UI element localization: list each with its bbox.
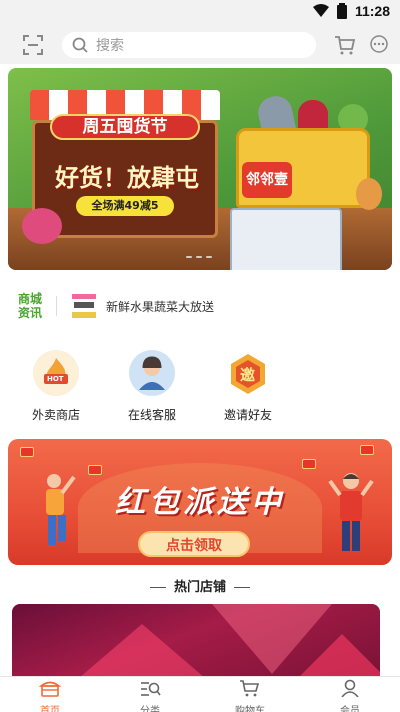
header: 搜索 bbox=[0, 24, 400, 64]
quick-nav-customer-service[interactable]: 在线客服 bbox=[102, 350, 202, 423]
envelope-decoration bbox=[88, 465, 102, 475]
search-placeholder: 搜索 bbox=[96, 38, 124, 54]
envelope-decoration bbox=[360, 445, 374, 455]
home-icon bbox=[38, 681, 62, 697]
more-icon[interactable] bbox=[370, 35, 388, 53]
news-label-line2: 资讯 bbox=[18, 306, 43, 320]
quick-nav-invite-friends[interactable]: 邀 邀请好友 bbox=[198, 350, 298, 423]
battery-icon bbox=[336, 3, 347, 19]
envelope-decoration bbox=[20, 447, 34, 457]
shop-card-decoration bbox=[292, 634, 380, 678]
quick-nav-takeout-store[interactable]: HOT 外卖商店 bbox=[6, 350, 106, 423]
tab-category[interactable]: 分类 bbox=[100, 677, 200, 712]
tab-member[interactable]: 会员 bbox=[300, 677, 400, 712]
pagination-dot bbox=[186, 256, 192, 258]
cart-icon bbox=[240, 680, 260, 697]
invite-badge-text: 邀 bbox=[240, 366, 256, 384]
tab-cart[interactable]: 购物车 bbox=[200, 677, 300, 712]
customer-service-icon bbox=[129, 350, 175, 396]
pagination-dot bbox=[196, 256, 202, 258]
member-icon bbox=[341, 679, 359, 698]
banner-pagination bbox=[186, 256, 212, 258]
tab-label: 分类 bbox=[140, 706, 160, 712]
news-bar[interactable]: 商城 资讯 新鲜水果蔬菜大放送 bbox=[0, 282, 400, 328]
category-icon bbox=[141, 682, 161, 696]
shop-illustration bbox=[230, 208, 342, 270]
status-icons: 11:28 bbox=[312, 3, 390, 19]
egg-illustration bbox=[356, 178, 382, 210]
bottom-tab-bar: 首页 分类 购物车 会员 bbox=[0, 676, 400, 712]
banner-promo-tag: 全场满49减5 bbox=[76, 196, 174, 216]
red-packet-banner[interactable]: 红包派送中 点击领取 bbox=[8, 439, 392, 565]
quick-nav-label: 在线客服 bbox=[127, 408, 176, 422]
news-text: 新鲜水果蔬菜大放送 bbox=[106, 300, 215, 314]
red-packet-title: 红包派送中 bbox=[115, 485, 285, 520]
envelope-decoration bbox=[302, 459, 316, 469]
tab-label: 首页 bbox=[40, 706, 60, 712]
news-thumbnail-icon bbox=[72, 294, 96, 318]
hot-shops-heading: 热门店铺 bbox=[0, 576, 400, 595]
tab-label: 购物车 bbox=[235, 706, 265, 712]
invite-friend-icon: 邀 bbox=[225, 350, 271, 396]
pagination-dot bbox=[206, 256, 212, 258]
news-divider bbox=[56, 296, 57, 316]
status-bar: 11:28 bbox=[0, 0, 400, 24]
hot-flame-icon: HOT bbox=[33, 350, 79, 396]
shop-sign: 邻邻壹 bbox=[242, 162, 292, 198]
status-time: 11:28 bbox=[354, 3, 390, 19]
wifi-icon bbox=[312, 4, 329, 17]
dragonfruit-illustration bbox=[22, 208, 62, 244]
hot-badge-text: HOT bbox=[47, 375, 64, 383]
heading-line-left bbox=[149, 587, 166, 588]
news-label: 商城 资讯 bbox=[18, 292, 48, 320]
scan-icon[interactable] bbox=[22, 34, 44, 56]
search-input[interactable]: 搜索 bbox=[62, 32, 316, 58]
promo-banner[interactable]: 周五囤货节 好货！放肆屯 全场满49减5 邻邻壹 bbox=[8, 68, 392, 270]
tab-label: 会员 bbox=[340, 706, 360, 712]
hot-shops-title: 热门店铺 bbox=[173, 580, 226, 595]
claim-button[interactable]: 点击领取 bbox=[138, 531, 250, 557]
heading-line-right bbox=[234, 587, 250, 588]
banner-headline: 周五囤货节 bbox=[50, 114, 200, 140]
banner-slogan: 好货！放肆屯 bbox=[55, 164, 199, 192]
shop-card-decoration bbox=[72, 624, 212, 678]
news-label-line1: 商城 bbox=[18, 292, 43, 306]
quick-nav: HOT 外卖商店 在线客服 邀 邀请好友 bbox=[0, 350, 400, 428]
search-icon bbox=[72, 37, 88, 53]
quick-nav-label: 外卖商店 bbox=[31, 408, 80, 422]
hot-shop-card[interactable] bbox=[12, 604, 380, 678]
cart-icon[interactable] bbox=[334, 34, 356, 56]
quick-nav-label: 邀请好友 bbox=[223, 408, 272, 422]
tab-home[interactable]: 首页 bbox=[0, 677, 100, 712]
